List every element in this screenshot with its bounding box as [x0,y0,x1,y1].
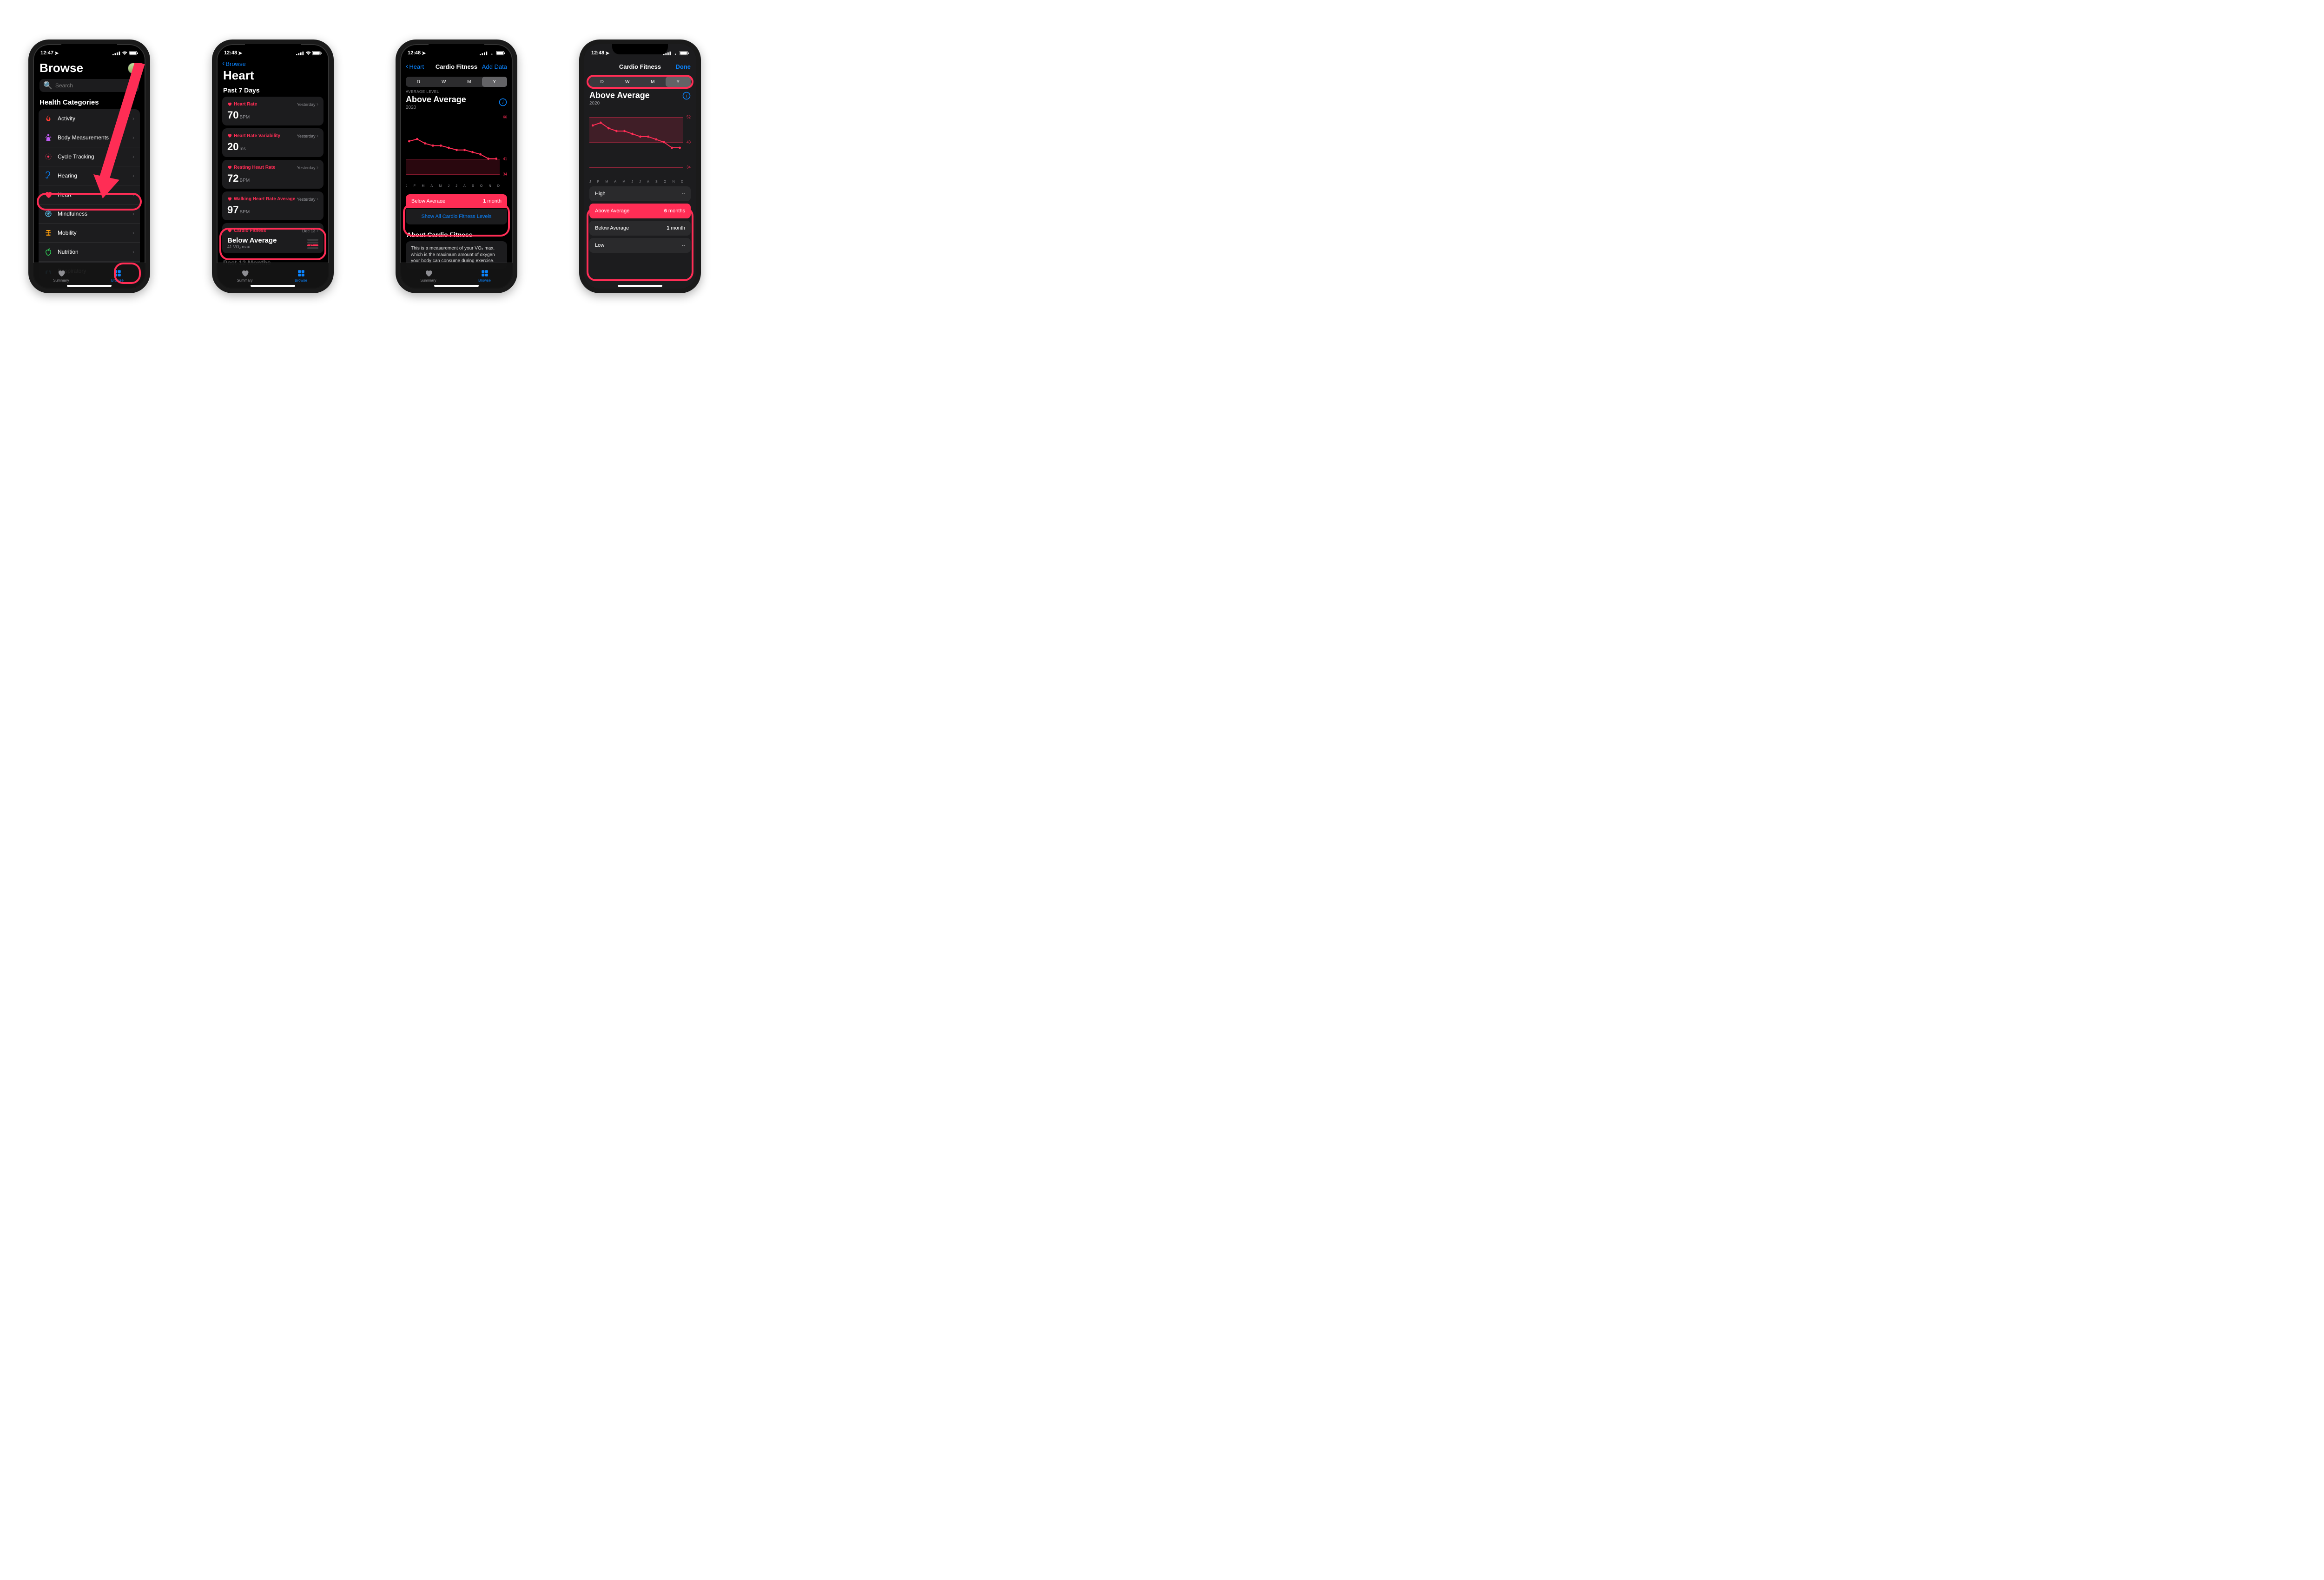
phone-browse: 12:47 ➤ Browse 🔍 🎙 Health Categories Act [28,40,150,293]
level-high[interactable]: High-- [589,186,691,201]
chart-line [406,113,500,183]
row-mobility[interactable]: Mobility› [39,224,140,243]
row-mindfulness[interactable]: Mindfulness› [39,204,140,224]
seg-w[interactable]: W [431,77,457,87]
svg-text:i: i [502,100,504,105]
flame-icon [44,114,53,123]
phone-heart: 12:48➤ ‹Browse Heart Past 7 Days Heart R… [212,40,334,293]
clock: 12:48 [408,50,421,56]
label: Mobility [58,230,77,236]
heart-icon [44,191,53,199]
label: Heart [58,191,71,198]
heart-icon [57,269,66,277]
person-icon [44,133,53,142]
clock: 12:48 [591,50,604,56]
chart-1[interactable]: 60 41 34 [406,113,507,183]
info-icon[interactable]: i [499,98,507,106]
phone-cardio-detail: 12:48➤ ‹Heart Cardio Fitness Add Data D … [396,40,517,293]
clock: 12:48 [224,50,237,56]
cardio-status: Below Average [227,237,277,244]
nav-bar: ‹Heart Cardio Fitness Add Data [400,59,513,74]
add-data-button[interactable]: Add Data [482,63,507,70]
about-title: About Cardio Fitness [407,231,506,238]
seg-m[interactable]: M [640,77,666,87]
row-nutrition[interactable]: Nutrition› [39,243,140,262]
screen-levels: 12:48➤ Cardio Fitness Done D W M Y Above… [584,44,696,289]
seg-y[interactable]: Y [482,77,508,87]
home-indicator [618,285,662,287]
info-icon[interactable]: i [682,92,691,100]
notch [61,44,117,54]
mindfulness-icon [44,210,53,218]
grid-icon [113,269,122,277]
ear-icon [44,171,53,180]
metric-resting-hr[interactable]: Resting Heart RateYesterday › 72BPM [222,160,324,189]
x-axis: JFMAMJJASOND [406,184,507,188]
level-label: AVERAGE LEVEL [406,90,466,94]
notch [429,44,484,54]
year: 2020 [589,101,650,106]
home-indicator [251,285,295,287]
year: 2020 [406,105,466,110]
label: Hearing [58,172,77,179]
page-title: Browse [40,61,83,75]
metric-heart-rate[interactable]: Heart RateYesterday › 70BPM [222,97,324,125]
level-below-average[interactable]: Below Average1 month [589,221,691,236]
seg-w[interactable]: W [615,77,640,87]
home-indicator [67,285,112,287]
levels-mini-icon [307,239,318,249]
segmented-range[interactable]: D W M Y [589,77,691,87]
seg-d[interactable]: D [589,77,615,87]
back-button[interactable]: ‹Heart [406,62,424,71]
screen-heart: 12:48➤ ‹Browse Heart Past 7 Days Heart R… [217,44,329,289]
section-past-7-days: Past 7 Days [223,86,323,94]
notch [245,44,301,54]
seg-y[interactable]: Y [666,77,691,87]
annotation-arrow [89,63,149,202]
level-above-average[interactable]: Above Average6 months [589,204,691,218]
cycle-icon [44,152,53,161]
label: Activity [58,115,75,122]
chart-area: AVERAGE LEVEL Above Average 2020 i 60 41… [406,90,507,188]
chart-2[interactable]: 52 43 34 [589,109,691,178]
label: Mindfulness [58,211,87,217]
clock: 12:47 [40,50,53,56]
home-indicator [434,285,479,287]
status-right [112,51,138,55]
phone-all-levels: 12:48➤ Cardio Fitness Done D W M Y Above… [579,40,701,293]
seg-m[interactable]: M [456,77,482,87]
metric-walking-hr[interactable]: Walking Heart Rate AverageYesterday › 97… [222,191,324,220]
level-low[interactable]: Low-- [589,238,691,253]
battery-icon [129,51,138,55]
seg-d[interactable]: D [406,77,431,87]
metric-hrv[interactable]: Heart Rate VariabilityYesterday › 20ms [222,128,324,157]
done-button[interactable]: Done [676,63,691,70]
level-value: Above Average [589,91,650,100]
svg-text:i: i [686,93,687,99]
show-all-levels-button[interactable]: Show All Cardio Fitness Levels [406,208,507,224]
search-icon: 🔍 [43,81,53,90]
cardio-detail: 41 VO₂ max [227,244,277,249]
metric-cardio-fitness[interactable]: Cardio FitnessDec 13 › Below Average 41 … [222,223,324,253]
page-title: Heart [223,68,323,83]
location-arrow-icon: ➤ [54,50,59,56]
level-value: Above Average [406,95,466,105]
below-average-row[interactable]: Below Average 1 month [406,194,507,208]
screen-cardio: 12:48➤ ‹Heart Cardio Fitness Add Data D … [400,44,513,289]
mobility-icon [44,229,53,237]
wifi-icon [122,51,128,55]
back-button[interactable]: ‹Browse [222,59,246,68]
nav-bar: Cardio Fitness Done [584,59,696,74]
notch [612,44,668,54]
x-axis: JFMAMJJASOND [589,180,691,184]
chart-area: Above Average 2020 i 52 43 34 JFMAMJJ [589,90,691,184]
segmented-range[interactable]: D W M Y [406,77,507,87]
label: Nutrition [58,249,79,255]
chart-line [589,109,683,178]
apple-icon [44,248,53,256]
levels-list: High-- Above Average6 months Below Avera… [589,186,691,253]
nav-bar: ‹Browse [217,59,329,68]
